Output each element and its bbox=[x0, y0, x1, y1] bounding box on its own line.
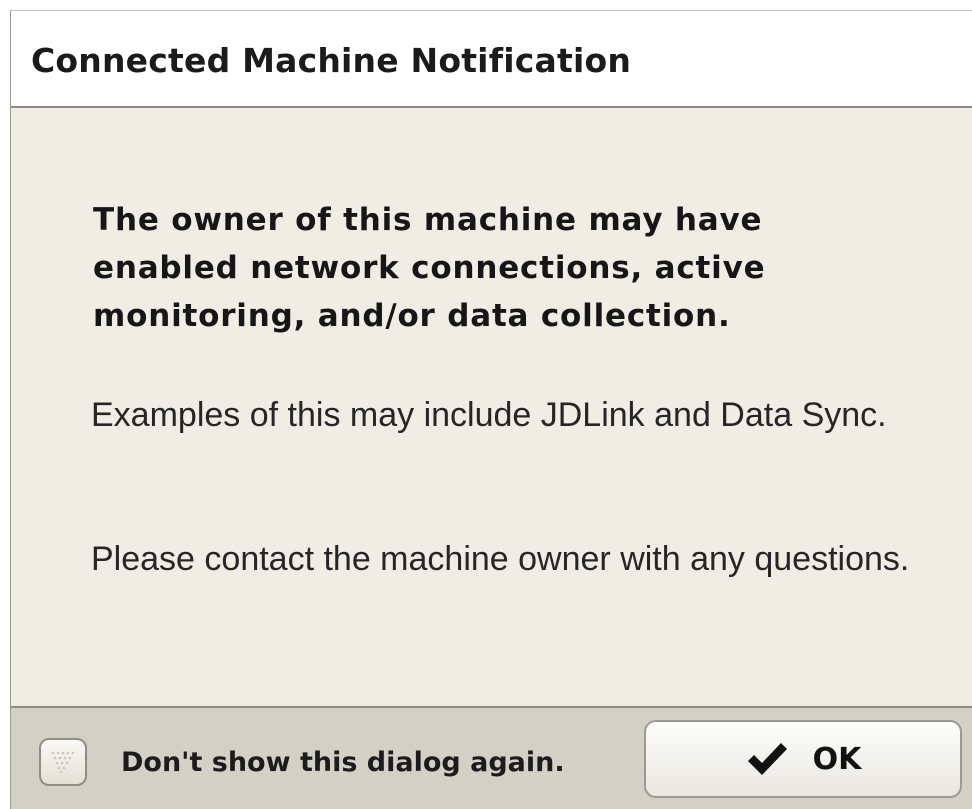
dont-show-again-checkbox[interactable] bbox=[39, 738, 87, 786]
dont-show-again-option[interactable]: Don't show this dialog again. bbox=[39, 734, 565, 790]
contact-message: Please contact the machine owner with an… bbox=[91, 540, 910, 578]
dont-show-again-label[interactable]: Don't show this dialog again. bbox=[121, 747, 565, 778]
warning-message: The owner of this machine may have enabl… bbox=[93, 202, 766, 334]
dialog-footer: Don't show this dialog again. OK bbox=[11, 706, 972, 809]
dialog-titlebar: Connected Machine Notification bbox=[11, 11, 972, 108]
checkbox-pattern-icon bbox=[51, 751, 75, 774]
examples-message: Examples of this may include JDLink and … bbox=[91, 396, 887, 434]
dialog-title: Connected Machine Notification bbox=[31, 41, 632, 80]
checkmark-icon bbox=[747, 743, 787, 775]
ok-button-label: OK bbox=[812, 741, 862, 777]
dialog-content: The owner of this machine may have enabl… bbox=[11, 108, 972, 706]
ok-button[interactable]: OK bbox=[644, 720, 962, 798]
connected-machine-dialog: Connected Machine Notification The owner… bbox=[10, 10, 972, 809]
